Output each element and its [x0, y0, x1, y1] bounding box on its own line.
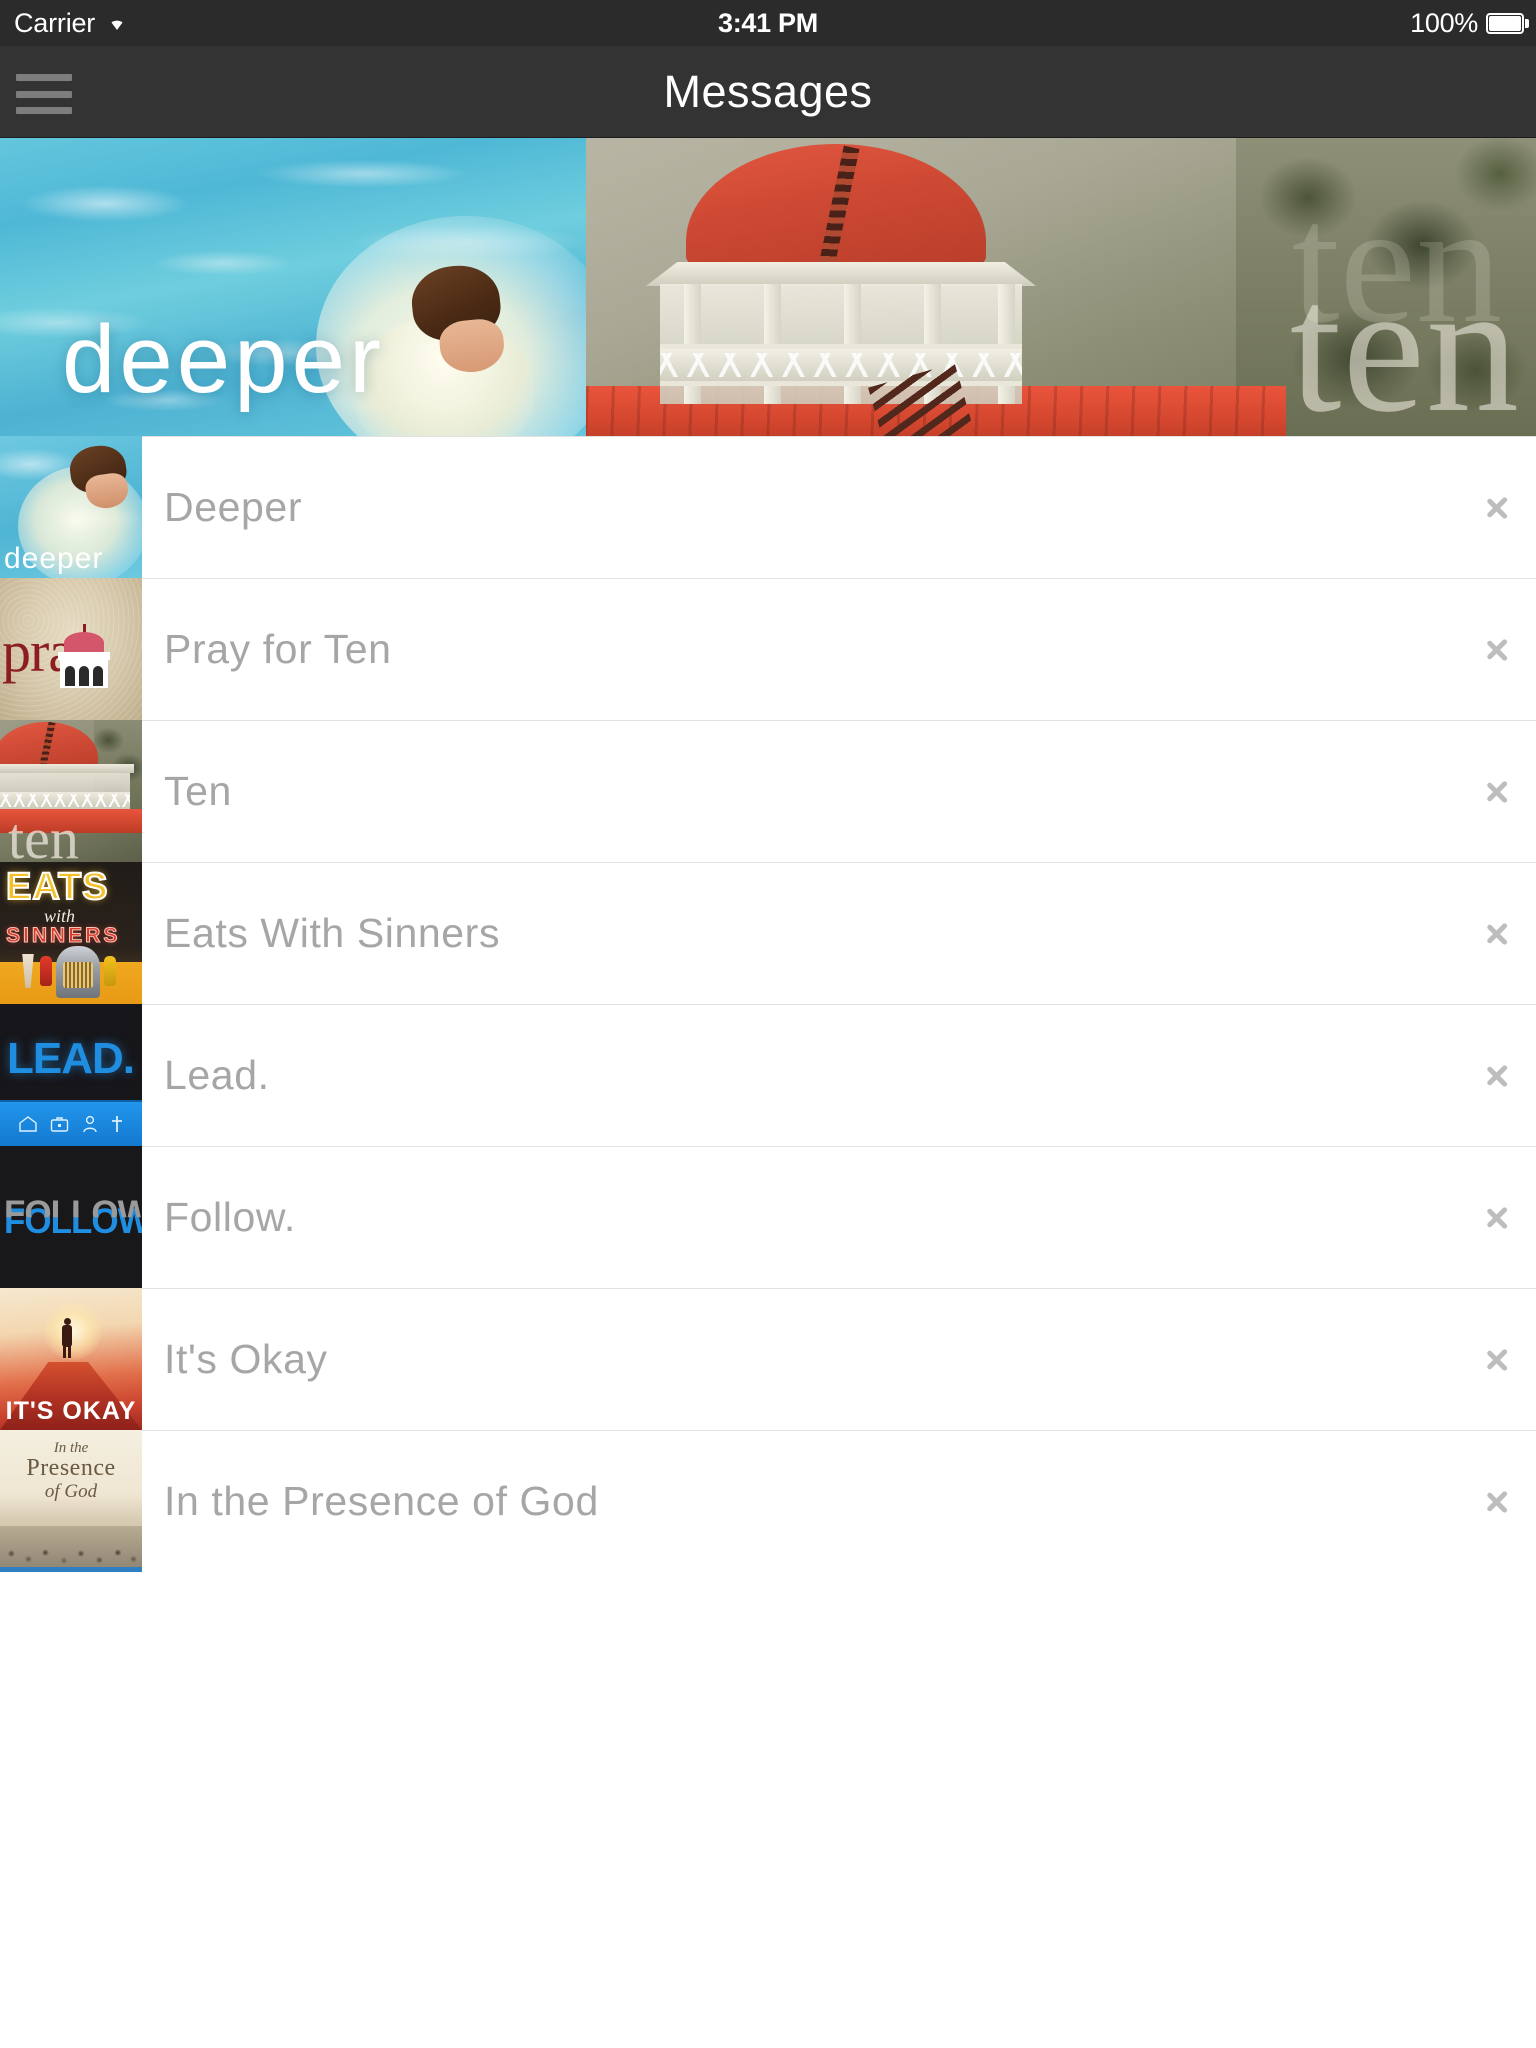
messages-list: deeper Deeper pray Pray for Ten ten Ten … — [0, 436, 1536, 1572]
chevron-right-icon[interactable] — [1486, 1197, 1508, 1237]
status-time: 3:41 PM — [718, 7, 818, 38]
list-item-title: Deeper — [164, 483, 303, 530]
list-item[interactable]: IT'S OKAY It's Okay — [0, 1288, 1536, 1430]
thumbnail-follow: FOLLOW. FOLLOW. — [0, 1146, 142, 1288]
page-title: Messages — [663, 65, 873, 117]
row-separator — [142, 862, 1536, 863]
list-item[interactable]: LEAD. Lead. — [0, 1004, 1536, 1146]
hero-deeper-overlay-text: deeper — [62, 306, 385, 413]
thumbnail-label: deeper — [4, 542, 104, 575]
thumbnail-its-okay: IT'S OKAY — [0, 1288, 142, 1430]
thumbnail-label: LEAD. — [7, 1034, 135, 1083]
chevron-right-icon[interactable] — [1486, 1339, 1508, 1379]
gazebo-railing — [660, 344, 1022, 386]
thumbnail-label-line1: In the — [53, 1440, 89, 1456]
chevron-right-icon[interactable] — [1486, 487, 1508, 527]
row-separator — [142, 720, 1536, 721]
gazebo-roofline — [646, 262, 1036, 286]
person-icon — [82, 1115, 98, 1133]
chevron-right-icon[interactable] — [1486, 629, 1508, 669]
list-item-content: Pray for Ten — [142, 578, 1536, 720]
status-bar: Carrier 3:41 PM 100% — [0, 0, 1536, 46]
row-separator — [142, 1430, 1536, 1431]
thumbnail-label-line3: of God — [44, 1481, 98, 1503]
list-item-title: Pray for Ten — [164, 625, 392, 672]
row-separator — [142, 1288, 1536, 1289]
hero-image-deeper[interactable]: deeper — [0, 138, 586, 436]
list-item[interactable]: FOLLOW. FOLLOW. Follow. — [0, 1146, 1536, 1288]
chevron-right-icon[interactable] — [1486, 913, 1508, 953]
thumbnail-label-eats: EATS — [5, 865, 109, 909]
list-item-title: In the Presence of God — [164, 1477, 599, 1524]
hero-image-ten[interactable]: ten ten — [586, 138, 1536, 436]
chevron-right-icon[interactable] — [1486, 771, 1508, 811]
hero-banner: deeper ten ten — [0, 138, 1536, 436]
list-item-title: Follow. — [164, 1193, 296, 1240]
thumbnail-pray-for-ten: pray — [0, 578, 142, 720]
jukebox-illustration-icon — [56, 946, 100, 998]
list-item[interactable]: pray Pray for Ten — [0, 578, 1536, 720]
navigation-bar: Messages — [0, 46, 1536, 138]
thumbnail-label-sinners: SINNERS — [5, 924, 121, 948]
list-item-content: In the Presence of God — [142, 1430, 1536, 1572]
list-item[interactable]: In the Presence of God In the Presence o… — [0, 1430, 1536, 1572]
battery-percent-label: 100% — [1410, 7, 1478, 38]
list-item[interactable]: ten Ten — [0, 720, 1536, 862]
hero-ten-overlay-text: ten — [1289, 244, 1520, 436]
list-item-title: Eats With Sinners — [164, 909, 501, 956]
thumbnail-label: ten — [8, 806, 79, 863]
row-separator — [142, 1004, 1536, 1005]
list-item-content: It's Okay — [142, 1288, 1536, 1430]
list-item-content: Eats With Sinners — [142, 862, 1536, 1004]
thumbnail-lead: LEAD. — [0, 1004, 142, 1146]
list-item[interactable]: EATS with SINNERS Eats With Sinners — [0, 862, 1536, 1004]
thumbnail-eats-with-sinners: EATS with SINNERS — [0, 862, 142, 1004]
hamburger-menu-icon[interactable] — [16, 74, 72, 114]
status-bar-right: 100% — [1410, 7, 1529, 39]
thumbnail-label: In the Presence of God — [0, 1440, 142, 1503]
cross-icon — [110, 1115, 124, 1133]
lead-icon-bar — [0, 1100, 142, 1146]
chevron-right-icon[interactable] — [1486, 1481, 1508, 1521]
battery-icon — [1486, 12, 1529, 34]
gazebo-illustration-icon — [58, 624, 110, 688]
list-item-title: Lead. — [164, 1051, 270, 1098]
list-item-content: Deeper — [142, 436, 1536, 578]
thumbnail-in-the-presence-of-god: In the Presence of God — [0, 1430, 142, 1572]
silhouette-figure-icon — [60, 1318, 74, 1358]
chevron-right-icon[interactable] — [1486, 1055, 1508, 1095]
row-separator — [142, 1146, 1536, 1147]
thumbnail-ten: ten — [0, 720, 142, 862]
row-separator — [142, 436, 1536, 437]
list-item-content: Ten — [142, 720, 1536, 862]
row-separator — [142, 578, 1536, 579]
list-item-content: Follow. — [142, 1146, 1536, 1288]
list-item-title: It's Okay — [164, 1335, 328, 1382]
list-item[interactable]: deeper Deeper — [0, 436, 1536, 578]
thumbnail-deeper: deeper — [0, 436, 142, 578]
briefcase-icon — [50, 1115, 69, 1133]
thumbnail-label: IT'S OKAY — [5, 1397, 137, 1425]
list-item-content: Lead. — [142, 1004, 1536, 1146]
home-icon — [18, 1115, 38, 1133]
thumbnail-label-line2: Presence — [26, 1455, 116, 1482]
list-item-title: Ten — [164, 767, 232, 814]
